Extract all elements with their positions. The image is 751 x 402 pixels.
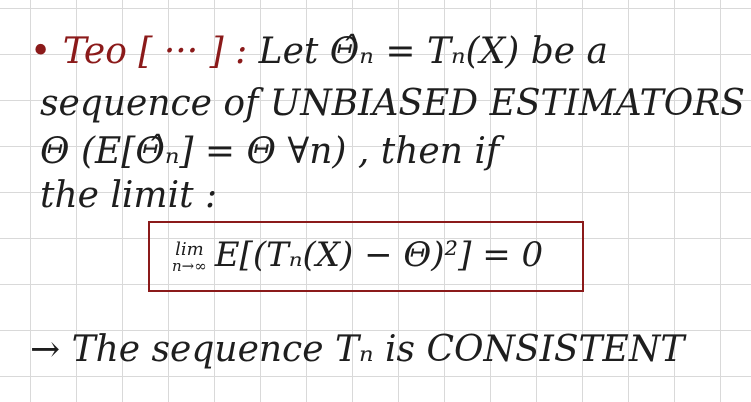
theorem-statement-line-3: Θ (E[Θ̂ₙ] = Θ ∀n) , then if <box>40 131 500 172</box>
limit-word: lim <box>175 238 204 260</box>
theorem-statement-line-1: • Teo [ ··· ] : Let Θ̂ₙ = Tₙ(X) be a <box>30 32 608 72</box>
bullet-point: • <box>30 31 52 72</box>
limit-expression: E[(Tₙ(X) − Θ)²] = 0 <box>214 235 544 275</box>
formula-box: lim n→∞ E[(Tₙ(X) − Θ)²] = 0 <box>148 221 584 292</box>
theorem-statement-line-2: sequence of UNBIASED ESTIMATORS of <box>40 83 751 124</box>
theorem-text-1: Let Θ̂ₙ = Tₙ(X) be a <box>258 31 608 72</box>
limit-formula: lim n→∞ E[(Tₙ(X) − Θ)²] = 0 <box>172 235 543 275</box>
limit-operator: lim n→∞ <box>172 238 207 275</box>
theorem-label: Teo [ ··· ] : <box>62 31 248 72</box>
note-page: • Teo [ ··· ] : Let Θ̂ₙ = Tₙ(X) be a seq… <box>0 0 751 402</box>
limit-subscript: n→∞ <box>172 256 207 275</box>
theorem-statement-line-4: the limit : <box>40 175 218 216</box>
conclusion-line: → The sequence Tₙ is CONSISTENT <box>30 329 685 370</box>
